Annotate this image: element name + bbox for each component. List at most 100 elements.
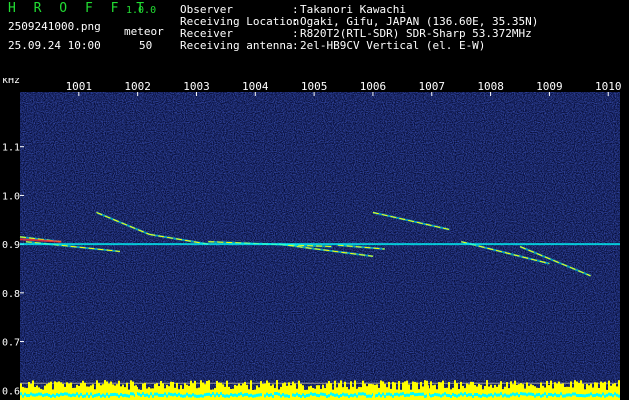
level-bar-cyan: [210, 393, 212, 397]
level-bar-cyan: [280, 394, 282, 398]
x-tick-label: 1005: [301, 80, 328, 93]
level-bar-cyan: [310, 392, 312, 396]
level-bar: [198, 387, 200, 400]
level-bar: [36, 385, 38, 400]
antenna-colon: :: [292, 39, 299, 52]
level-bar-cyan: [140, 393, 142, 397]
level-bar: [130, 380, 132, 400]
level-bar-cyan: [552, 394, 554, 398]
level-bar-cyan: [122, 394, 124, 398]
level-bar-cyan: [46, 393, 48, 397]
level-bar-cyan: [336, 393, 338, 397]
level-bar: [362, 380, 364, 400]
level-bar: [294, 383, 296, 400]
level-bar-cyan: [462, 393, 464, 397]
level-bar-cyan: [302, 393, 304, 397]
level-bar-cyan: [406, 393, 408, 397]
level-bar: [484, 385, 486, 400]
level-bar: [548, 385, 550, 400]
level-bar-cyan: [576, 393, 578, 397]
level-bar: [462, 385, 464, 400]
level-bar-cyan: [68, 393, 70, 397]
level-bar: [158, 386, 160, 400]
level-bar-cyan: [40, 392, 42, 396]
level-bar-cyan: [232, 393, 234, 397]
level-bar: [238, 383, 240, 400]
level-bar-cyan: [104, 394, 106, 398]
level-bar-cyan: [82, 394, 84, 398]
level-bar-cyan: [398, 393, 400, 397]
level-bar-cyan: [536, 393, 538, 397]
level-bar-cyan: [110, 393, 112, 397]
level-bar-cyan: [540, 394, 542, 398]
level-bar: [282, 383, 284, 400]
level-bar-cyan: [556, 394, 558, 398]
y-tick-label: 0.7: [2, 338, 20, 349]
level-bar-cyan: [482, 393, 484, 397]
level-bar: [322, 384, 324, 400]
level-bar-cyan: [152, 394, 154, 398]
level-bar-cyan: [440, 394, 442, 398]
level-bar-cyan: [188, 394, 190, 398]
level-bar-cyan: [228, 394, 230, 398]
level-bar-cyan: [26, 394, 28, 398]
level-bar-cyan: [510, 393, 512, 397]
level-bar-cyan: [404, 394, 406, 398]
level-bar: [460, 381, 462, 400]
level-bar: [106, 381, 108, 400]
x-tick-label: 1004: [242, 80, 269, 93]
level-bar: [530, 384, 532, 400]
level-bar-cyan: [618, 394, 620, 398]
level-bar-cyan: [240, 392, 242, 396]
level-bar-cyan: [102, 393, 104, 397]
level-bar-cyan: [448, 394, 450, 398]
x-tick-label: 1007: [419, 80, 446, 93]
level-bar-cyan: [66, 392, 68, 396]
level-bar: [434, 384, 436, 400]
level-bar-cyan: [610, 393, 612, 397]
level-bar: [592, 387, 594, 400]
level-bar-cyan: [554, 392, 556, 396]
level-bar-cyan: [120, 393, 122, 397]
level-bar-cyan: [164, 392, 166, 396]
level-bar-cyan: [550, 393, 552, 397]
level-bar-cyan: [526, 393, 528, 397]
level-bar: [468, 384, 470, 400]
level-bar: [504, 386, 506, 400]
level-bar: [154, 384, 156, 400]
level-bar: [578, 382, 580, 400]
level-bar-cyan: [546, 394, 548, 398]
level-bar: [348, 389, 350, 400]
level-bar-cyan: [532, 392, 534, 396]
level-bar-cyan: [76, 392, 78, 396]
level-bar-cyan: [416, 393, 418, 397]
level-bar-cyan: [496, 393, 498, 397]
level-bar-cyan: [282, 393, 284, 397]
level-bar: [162, 383, 164, 400]
level-bar-cyan: [342, 392, 344, 396]
level-bar: [420, 381, 422, 400]
level-bar: [590, 383, 592, 400]
y-tick-label: 0.6: [2, 386, 20, 397]
y-tick-label: 1.0: [2, 191, 20, 202]
level-bar-cyan: [570, 393, 572, 397]
level-bar-cyan: [422, 392, 424, 396]
level-bar-cyan: [22, 394, 24, 398]
level-bar: [206, 380, 208, 400]
level-bar: [494, 384, 496, 400]
level-bar: [594, 382, 596, 400]
level-bar: [34, 387, 36, 400]
level-bar-cyan: [346, 393, 348, 397]
level-bar-cyan: [176, 393, 178, 397]
level-bar-cyan: [94, 394, 96, 398]
level-bar: [382, 381, 384, 400]
level-bar-cyan: [598, 393, 600, 397]
level-bar-cyan: [460, 392, 462, 396]
level-bar-cyan: [548, 392, 550, 396]
level-bar-cyan: [566, 393, 568, 397]
level-bar-cyan: [180, 394, 182, 398]
level-bar: [148, 387, 150, 400]
level-bar-cyan: [166, 394, 168, 398]
level-bar-cyan: [298, 394, 300, 398]
level-bar-cyan: [322, 392, 324, 396]
